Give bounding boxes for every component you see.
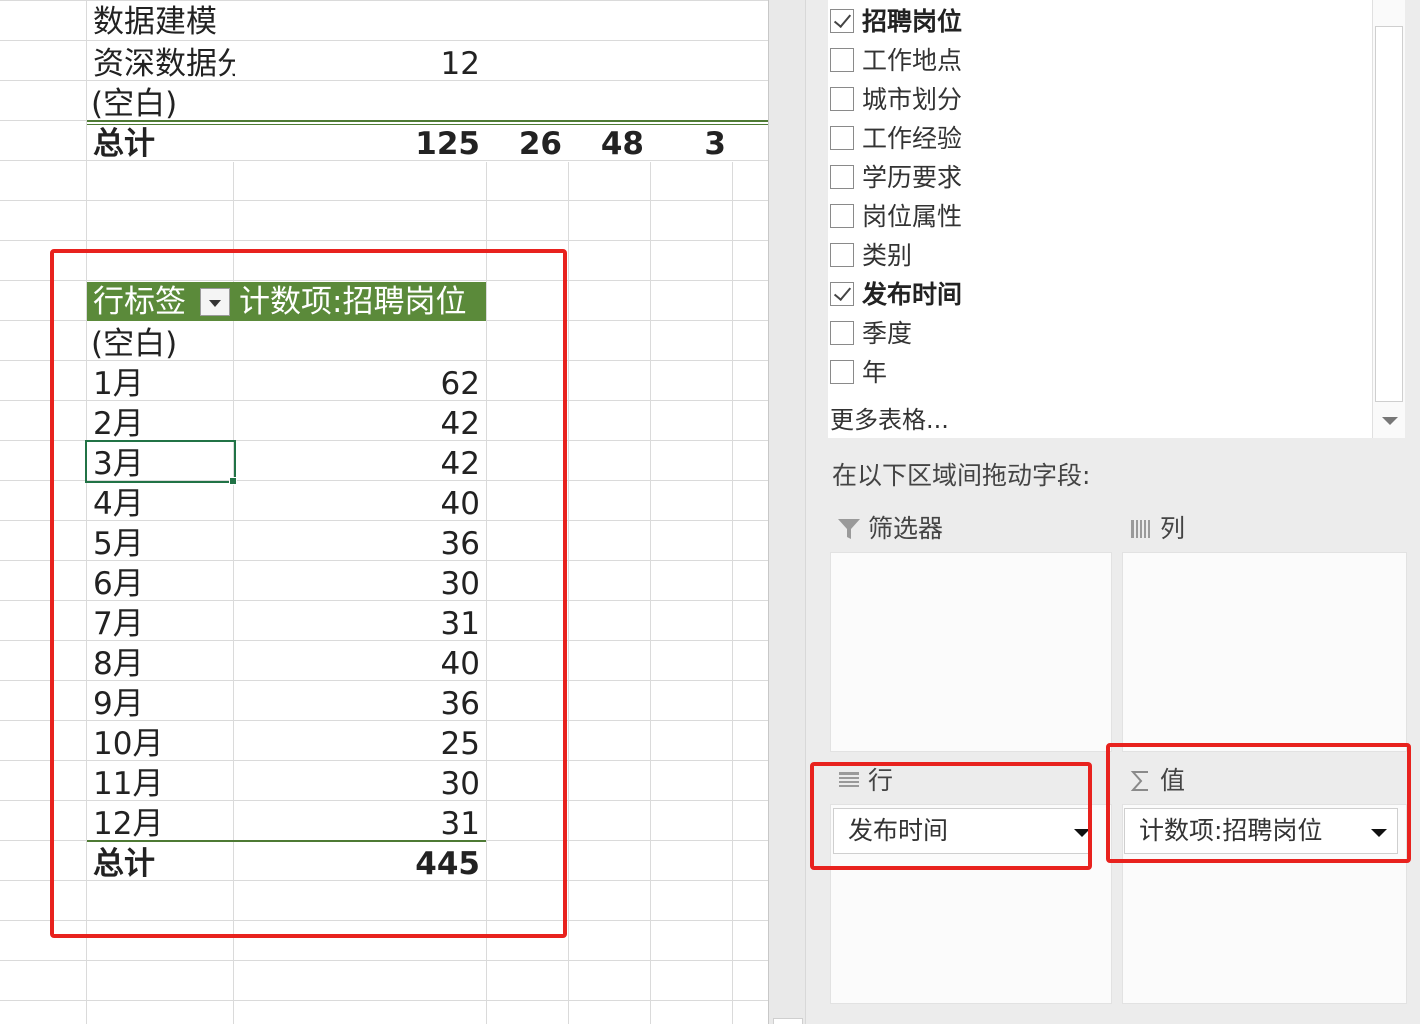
field-label: 招聘岗位 bbox=[862, 7, 963, 36]
field-item[interactable]: 招聘岗位 bbox=[830, 5, 1330, 39]
field-list: 招聘岗位工作地点城市划分工作经验学历要求岗位属性类别发布时间季度年 更多表格..… bbox=[828, 0, 1405, 438]
field-label: 工作经验 bbox=[862, 124, 963, 153]
field-item[interactable]: 季度 bbox=[830, 317, 1330, 351]
top-total-value[interactable]: 48 bbox=[572, 124, 644, 164]
columns-area-title: 列 bbox=[1160, 514, 1186, 543]
columns-icon bbox=[1131, 520, 1150, 538]
top-total-value[interactable]: 3 bbox=[654, 124, 726, 164]
field-item[interactable]: 岗位属性 bbox=[830, 200, 1330, 234]
columns-area-header: 列 bbox=[1122, 508, 1407, 552]
checkbox[interactable] bbox=[830, 48, 854, 72]
field-item[interactable]: 城市划分 bbox=[830, 83, 1330, 117]
field-label: 城市划分 bbox=[862, 85, 963, 114]
gridline-row bbox=[0, 1000, 768, 1001]
field-label: 发布时间 bbox=[862, 280, 963, 309]
top-row-label[interactable]: 数据建模 bbox=[93, 2, 217, 42]
checkbox[interactable] bbox=[830, 360, 854, 384]
gridline-row bbox=[0, 0, 768, 1]
top-total-value[interactable]: 26 bbox=[490, 124, 562, 164]
spreadsheet-grid[interactable]: 数据建模 资深数据分 12 (空白) 总计 125 26 48 3 行标签 计数… bbox=[0, 0, 768, 1024]
gridline-row bbox=[0, 960, 768, 961]
field-label: 岗位属性 bbox=[862, 202, 963, 231]
field-list-scrollbar[interactable] bbox=[1372, 0, 1405, 438]
highlight-box-pivot-table bbox=[50, 249, 567, 938]
highlight-box-values-area bbox=[1106, 743, 1411, 863]
checkbox[interactable] bbox=[830, 243, 854, 267]
top-row-label[interactable]: 资深数据分 bbox=[93, 44, 235, 84]
field-label: 季度 bbox=[862, 319, 913, 348]
top-total-label[interactable]: 总计 bbox=[93, 124, 155, 164]
checkbox-checked[interactable] bbox=[830, 282, 854, 306]
top-total-value[interactable]: 125 bbox=[380, 124, 480, 164]
checkbox[interactable] bbox=[830, 165, 854, 189]
checkbox[interactable] bbox=[830, 204, 854, 228]
field-item[interactable]: 学历要求 bbox=[830, 161, 1330, 195]
checkbox[interactable] bbox=[830, 126, 854, 150]
checkbox[interactable] bbox=[830, 321, 854, 345]
gridline-row bbox=[0, 200, 768, 201]
checkbox-checked[interactable] bbox=[830, 9, 854, 33]
field-item[interactable]: 发布时间 bbox=[830, 278, 1330, 312]
gridline-column bbox=[650, 162, 651, 1024]
scrollbar-thumb[interactable] bbox=[1375, 26, 1403, 402]
field-item[interactable]: 工作经验 bbox=[830, 122, 1330, 156]
drag-fields-hint: 在以下区域间拖动字段: bbox=[832, 461, 1091, 490]
field-label: 工作地点 bbox=[862, 46, 963, 75]
field-item[interactable]: 类别 bbox=[830, 239, 1330, 273]
more-tables-link[interactable]: 更多表格... bbox=[830, 403, 949, 437]
gridline-row bbox=[0, 240, 768, 241]
columns-drop-zone[interactable] bbox=[1122, 552, 1407, 752]
gridline-column bbox=[568, 162, 569, 1024]
scroll-down-arrow-icon[interactable] bbox=[1382, 417, 1398, 425]
top-row-label[interactable]: (空白) bbox=[91, 84, 177, 124]
field-label: 学历要求 bbox=[862, 163, 963, 192]
total-separator-line bbox=[87, 120, 768, 122]
pane-splitter[interactable] bbox=[768, 0, 806, 1024]
splitter-nub bbox=[773, 1018, 803, 1024]
gridline-column bbox=[732, 162, 733, 1024]
pivot-field-panel: 招聘岗位工作地点城市划分工作经验学历要求岗位属性类别发布时间季度年 更多表格..… bbox=[806, 0, 1420, 1024]
filters-area-title: 筛选器 bbox=[868, 514, 944, 543]
top-row-value[interactable]: 12 bbox=[380, 44, 480, 84]
field-label: 年 bbox=[862, 358, 888, 387]
highlight-box-rows-area bbox=[810, 762, 1092, 870]
filters-drop-zone[interactable] bbox=[830, 552, 1112, 752]
filters-area-header: 筛选器 bbox=[830, 508, 1112, 552]
filter-icon bbox=[838, 519, 860, 539]
field-label: 类别 bbox=[862, 241, 913, 270]
checkbox[interactable] bbox=[830, 87, 854, 111]
field-item[interactable]: 年 bbox=[830, 356, 1330, 390]
field-item[interactable]: 工作地点 bbox=[830, 44, 1330, 78]
